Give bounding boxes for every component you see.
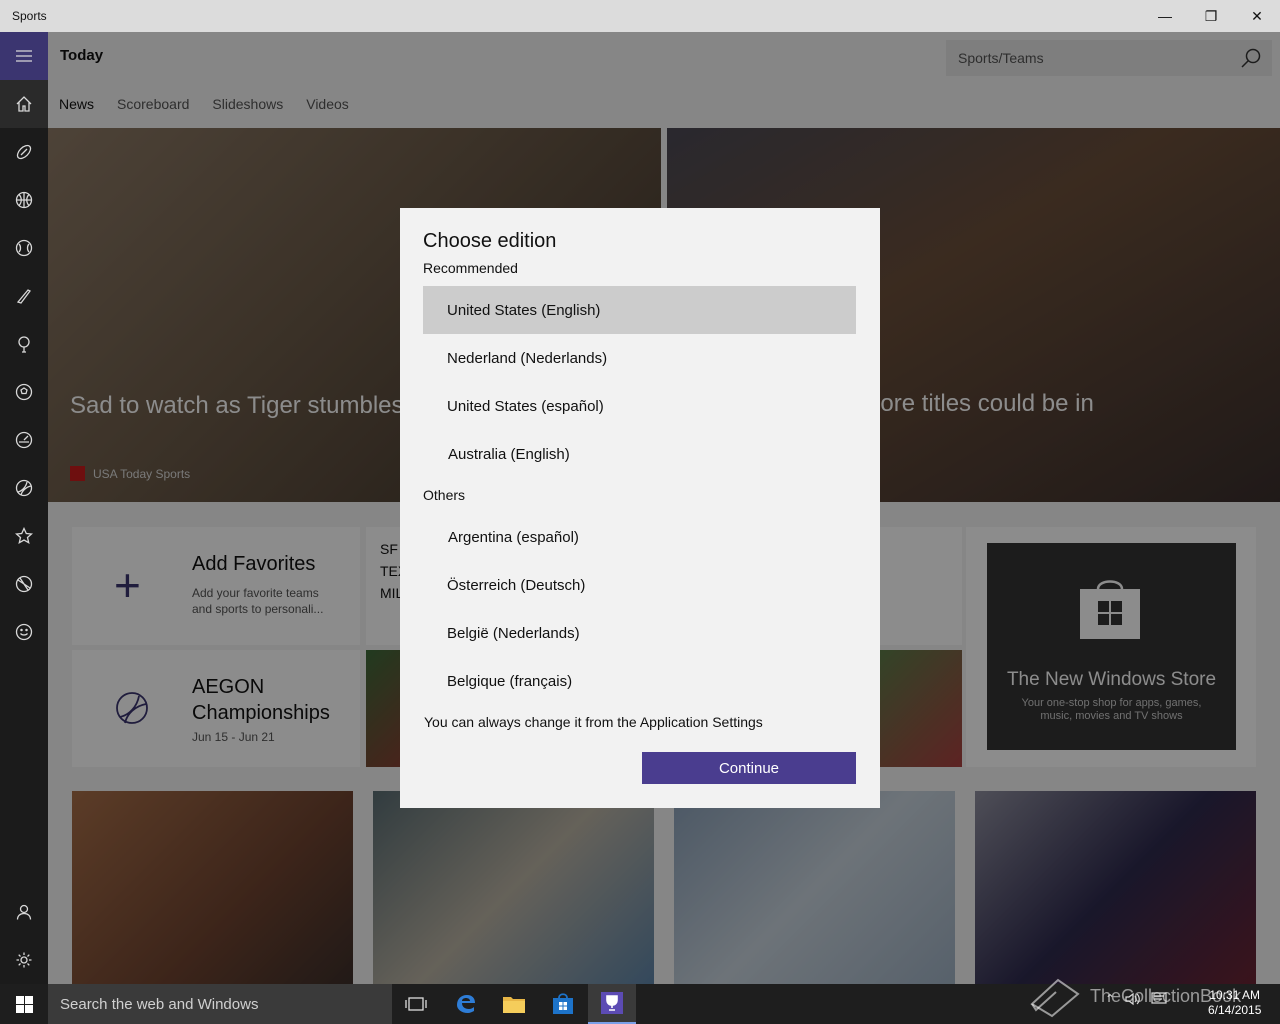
nav-hockey[interactable]	[0, 272, 48, 320]
others-label: Others	[423, 487, 466, 503]
hamburger-menu-button[interactable]	[0, 32, 48, 80]
choose-edition-dialog: Choose edition Recommended United States…	[400, 208, 880, 808]
nav-settings[interactable]	[0, 936, 48, 984]
nav-football[interactable]	[0, 128, 48, 176]
nav-home[interactable]	[0, 80, 48, 128]
window-title: Sports	[12, 9, 47, 23]
title-bar: Sports — ❐ ✕	[0, 0, 1280, 32]
store-icon	[553, 993, 573, 1014]
store-taskbar-button[interactable]	[539, 984, 587, 1024]
hamburger-icon	[16, 50, 32, 62]
trophy-icon	[601, 992, 623, 1014]
continue-button[interactable]: Continue	[642, 752, 856, 784]
close-button[interactable]: ✕	[1234, 0, 1280, 32]
clock[interactable]: 10:31 AM 6/14/2015	[1208, 988, 1261, 1018]
sports-taskbar-button[interactable]	[588, 984, 636, 1024]
speaker-icon[interactable]	[1125, 992, 1141, 1006]
football-icon	[16, 144, 32, 160]
book-icon	[1030, 978, 1080, 1018]
person-icon	[16, 904, 32, 920]
windows-logo-icon	[15, 995, 33, 1013]
chevron-up-icon[interactable]: ⌃	[1105, 992, 1115, 1006]
edition-option[interactable]: United States (español)	[423, 382, 856, 430]
clock-date: 6/14/2015	[1208, 1003, 1262, 1017]
taskbar-search[interactable]: Search the web and Windows	[48, 984, 392, 1024]
edition-option[interactable]: Australia (English)	[423, 430, 856, 478]
task-view-icon	[405, 997, 427, 1011]
recommended-label: Recommended	[423, 260, 518, 276]
system-tray: ⌃	[1105, 992, 1167, 1006]
golf-icon	[18, 336, 30, 353]
edition-option[interactable]: Österreich (Deutsch)	[423, 561, 856, 609]
edition-option[interactable]: United States (English)	[423, 286, 856, 334]
edge-taskbar-button[interactable]	[442, 984, 490, 1024]
nav-favorites[interactable]	[0, 512, 48, 560]
edge-icon	[457, 995, 475, 1013]
gear-icon	[16, 952, 32, 968]
task-view-button[interactable]	[392, 984, 440, 1024]
dialog-note: You can always change it from the Applic…	[424, 714, 763, 730]
minimize-button[interactable]: —	[1142, 0, 1188, 32]
sports-ball-icon	[15, 575, 33, 593]
nav-more-sports[interactable]	[0, 560, 48, 608]
taskbar: Search the web and Windows TheCollection…	[0, 978, 1280, 1024]
smiley-icon	[15, 623, 33, 641]
basketball-icon	[15, 191, 33, 209]
edition-option[interactable]: België (Nederlands)	[423, 609, 856, 657]
nav-fantasy[interactable]	[0, 608, 48, 656]
tennis-icon	[15, 479, 33, 497]
nav-basketball[interactable]	[0, 176, 48, 224]
message-icon[interactable]	[1151, 992, 1167, 1006]
nav-baseball[interactable]	[0, 224, 48, 272]
edition-option[interactable]: Nederland (Nederlands)	[423, 334, 856, 382]
clock-time: 10:31 AM	[1209, 988, 1261, 1002]
nav-account[interactable]	[0, 888, 48, 936]
edition-option[interactable]: Belgique (français)	[423, 657, 856, 705]
start-button[interactable]	[0, 984, 48, 1024]
nav-rail	[0, 32, 48, 984]
restore-button[interactable]: ❐	[1188, 0, 1234, 32]
hockey-icon	[16, 289, 31, 304]
home-icon	[16, 96, 32, 112]
star-icon	[15, 527, 33, 545]
racing-icon	[15, 431, 33, 449]
soccer-icon	[15, 383, 33, 401]
nav-golf[interactable]	[0, 320, 48, 368]
nav-tennis[interactable]	[0, 464, 48, 512]
nav-soccer[interactable]	[0, 368, 48, 416]
baseball-icon	[15, 239, 33, 257]
file-explorer-button[interactable]	[490, 984, 538, 1024]
dialog-title: Choose edition	[423, 230, 557, 252]
folder-icon	[503, 997, 525, 1013]
nav-racing[interactable]	[0, 416, 48, 464]
edition-option[interactable]: Argentina (español)	[423, 513, 856, 561]
